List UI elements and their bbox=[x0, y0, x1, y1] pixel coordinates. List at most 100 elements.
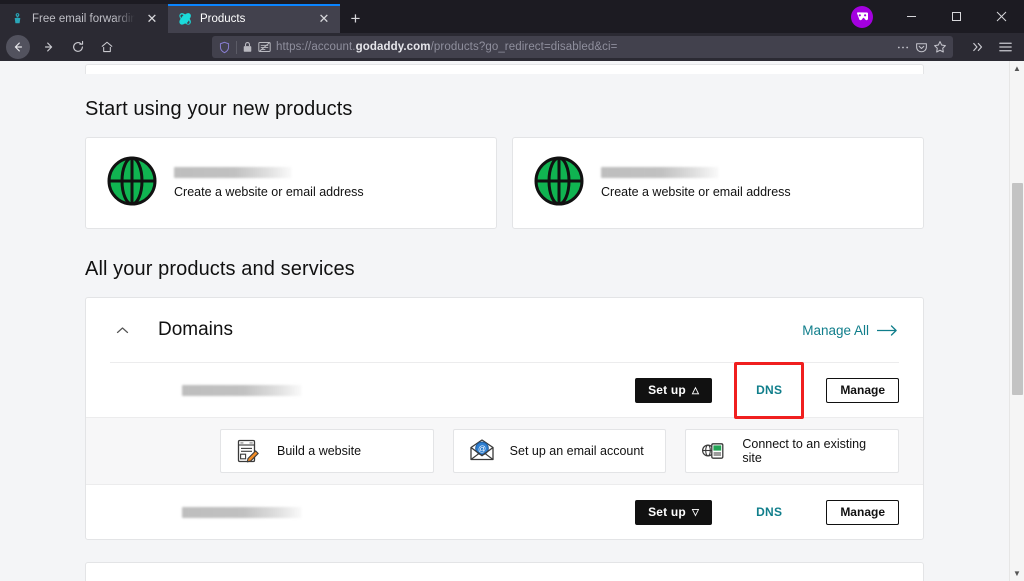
product-card[interactable]: Create a website or email address bbox=[85, 137, 497, 229]
reader-glyph bbox=[258, 42, 271, 52]
ellipsis-glyph bbox=[897, 46, 909, 48]
shield-glyph bbox=[219, 41, 230, 53]
overflow-glyph bbox=[973, 42, 983, 52]
chevrons-right-icon[interactable] bbox=[965, 35, 991, 59]
back-arrow-icon[interactable] bbox=[6, 35, 30, 59]
redacted-domain-name bbox=[182, 384, 302, 396]
star-glyph bbox=[934, 41, 946, 53]
new-tab-button[interactable]: + bbox=[340, 4, 371, 33]
tab-namecheap[interactable]: Free email forwarding with Nam ✕ bbox=[0, 4, 168, 33]
globe-server-glyph bbox=[702, 443, 724, 459]
minimize-button[interactable] bbox=[889, 0, 934, 33]
tile-label: Set up an email account bbox=[509, 444, 644, 458]
reload-icon[interactable] bbox=[64, 35, 91, 59]
start-section-title: Start using your new products bbox=[85, 98, 353, 120]
close-window-button[interactable] bbox=[979, 0, 1024, 33]
clipped-card-top bbox=[85, 64, 924, 74]
shield-icon[interactable] bbox=[218, 41, 231, 54]
tile-setup-email[interactable]: @ Set up an email account bbox=[452, 429, 667, 473]
hamburger-menu-icon[interactable] bbox=[992, 35, 1018, 59]
tab-title: Free email forwarding with Nam bbox=[32, 12, 137, 25]
redacted-domain-name bbox=[174, 167, 292, 178]
page-viewport: Start using your new products Create a w… bbox=[0, 61, 1024, 581]
arrow-right-icon bbox=[877, 324, 897, 336]
setup-button[interactable]: Set up ▽ bbox=[635, 499, 713, 525]
close-icon[interactable]: ✕ bbox=[316, 11, 332, 27]
chevron-down-icon[interactable] bbox=[86, 563, 158, 581]
home-glyph bbox=[101, 41, 112, 53]
firefox-relay-mask-icon[interactable] bbox=[851, 5, 873, 28]
setup-button[interactable]: Set up △ bbox=[635, 377, 713, 403]
domains-panel-header: Domains Manage All bbox=[86, 298, 923, 362]
namecheap-icon bbox=[14, 13, 21, 24]
scroll-up-arrow-icon[interactable]: ▲ bbox=[1013, 61, 1021, 76]
forward-glyph bbox=[44, 42, 52, 52]
redacted-domain-name bbox=[601, 167, 719, 178]
domain-row: Set up △ DNS Manage bbox=[86, 361, 923, 419]
caret-up-icon: △ bbox=[691, 384, 700, 395]
star-icon[interactable] bbox=[933, 40, 947, 54]
forward-arrow-icon[interactable] bbox=[35, 35, 62, 59]
scroll-down-arrow-icon[interactable]: ▼ bbox=[1013, 566, 1021, 581]
redacted-domain-name bbox=[182, 506, 302, 518]
window-controls bbox=[851, 0, 1024, 33]
dns-button-wrapper: DNS bbox=[730, 361, 808, 419]
browser-window: Free email forwarding with Nam ✕ Product… bbox=[0, 0, 1024, 581]
pocket-icon[interactable] bbox=[915, 41, 928, 54]
tile-build-a-website[interactable]: Build a website bbox=[220, 429, 434, 473]
navigation-toolbar: https://account.godaddy.com/products?go_… bbox=[0, 33, 1024, 61]
domains-title: Domains bbox=[158, 319, 233, 340]
product-card-body: Create a website or email address bbox=[174, 167, 364, 199]
caret-down-icon: ▽ bbox=[691, 506, 700, 517]
dns-button[interactable]: DNS bbox=[730, 500, 808, 525]
menu-glyph bbox=[998, 42, 1012, 52]
dns-button[interactable]: DNS bbox=[730, 378, 808, 403]
additional-products-header[interactable]: Additional Products bbox=[86, 563, 923, 581]
maximize-icon bbox=[952, 12, 961, 21]
close-icon bbox=[996, 11, 1007, 22]
envelope-glyph: @ bbox=[470, 439, 494, 461]
chevron-up-glyph bbox=[116, 326, 128, 333]
green-globe-icon bbox=[106, 155, 158, 212]
dns-button-wrapper: DNS bbox=[730, 500, 808, 525]
title-bar: Free email forwarding with Nam ✕ Product… bbox=[0, 0, 1024, 33]
all-products-title: All your products and services bbox=[85, 258, 355, 280]
close-icon[interactable]: ✕ bbox=[144, 11, 160, 27]
tile-label: Build a website bbox=[277, 444, 362, 458]
manage-button[interactable]: Manage bbox=[826, 499, 899, 525]
tile-connect-existing-site[interactable]: Connect to an existing site bbox=[685, 429, 900, 473]
domain-row-actions: Set up △ DNS Manage bbox=[635, 361, 899, 419]
scrollbar-thumb[interactable] bbox=[1012, 183, 1023, 395]
url-bar[interactable]: https://account.godaddy.com/products?go_… bbox=[212, 36, 953, 58]
page-content: Start using your new products Create a w… bbox=[0, 61, 1009, 581]
globe-glyph bbox=[107, 156, 157, 205]
lock-glyph bbox=[243, 42, 252, 52]
tab-products[interactable]: Products ✕ bbox=[168, 4, 340, 33]
url-text[interactable]: https://account.godaddy.com/products?go_… bbox=[276, 41, 891, 53]
chevron-up-icon[interactable] bbox=[86, 298, 158, 362]
manage-all-link[interactable]: Manage All bbox=[802, 323, 899, 338]
setup-label: Set up bbox=[648, 383, 686, 397]
globe-glyph bbox=[534, 156, 584, 205]
ellipsis-icon[interactable] bbox=[896, 45, 910, 50]
mask-glyph bbox=[856, 12, 868, 21]
domain-row: Set up ▽ DNS Manage bbox=[86, 485, 923, 539]
product-card[interactable]: Create a website or email address bbox=[512, 137, 924, 229]
product-card-body: Create a website or email address bbox=[601, 167, 791, 199]
reader-view-icon[interactable] bbox=[258, 41, 271, 53]
globe-server-icon bbox=[700, 437, 728, 465]
page-scrollbar[interactable]: ▲ ▼ bbox=[1009, 61, 1024, 581]
domains-panel: Domains Manage All Set up △ DNS Manage B… bbox=[85, 297, 924, 540]
home-icon[interactable] bbox=[93, 35, 120, 59]
builder-glyph bbox=[237, 439, 259, 463]
setup-tile-strip: Build a website @ Set up an email accoun… bbox=[86, 417, 923, 485]
tab-title: Products bbox=[200, 12, 246, 25]
manage-all-label: Manage All bbox=[802, 322, 869, 338]
minimize-icon bbox=[907, 16, 916, 17]
padlock-icon[interactable] bbox=[242, 41, 253, 53]
maximize-button[interactable] bbox=[934, 0, 979, 33]
back-glyph bbox=[14, 42, 23, 52]
manage-button[interactable]: Manage bbox=[826, 377, 899, 403]
new-products-row: Create a website or email address Create… bbox=[85, 137, 924, 229]
product-card-subtitle: Create a website or email address bbox=[601, 185, 791, 199]
